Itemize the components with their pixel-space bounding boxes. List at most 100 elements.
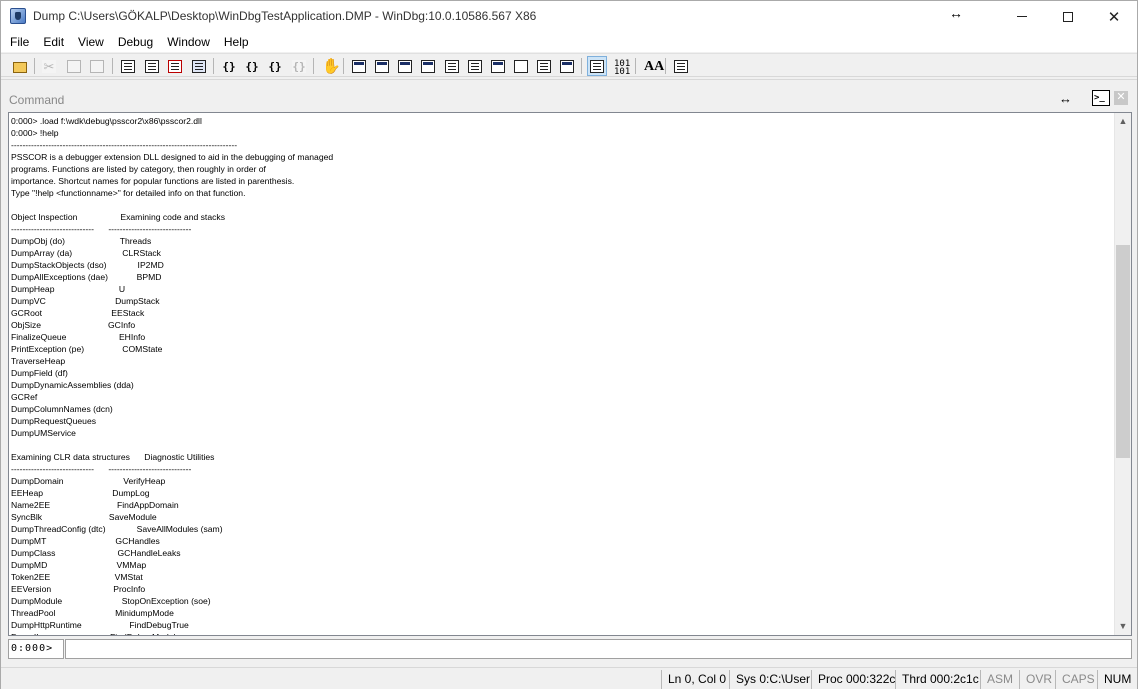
output-line: DumpHeap U (11, 284, 126, 294)
menu-debug[interactable]: Debug (111, 32, 160, 52)
toolbar: ✂ {} {} {} {} ✋ 101 101 AA (1, 53, 1137, 77)
output-line: DumpArray (da) CLRStack (11, 248, 161, 258)
scratch-pad-icon[interactable] (511, 56, 531, 76)
output-line: programs. Functions are listed by catego… (11, 164, 266, 174)
source-mode-icon[interactable] (587, 56, 607, 76)
options-icon[interactable] (671, 56, 691, 76)
step-over-icon[interactable]: {} (242, 56, 262, 76)
output-line: PrintException (pe) COMState (11, 344, 163, 354)
status-bar: Ln 0, Col 0 Sys 0:C:\User Proc 000:322c … (1, 667, 1137, 689)
toolbar-separator (313, 58, 314, 74)
menu-edit[interactable]: Edit (36, 32, 71, 52)
hex-mode-label: 101 101 (614, 58, 631, 77)
go-icon[interactable] (118, 56, 138, 76)
restart-icon[interactable] (142, 56, 162, 76)
toolbar-separator (581, 58, 582, 74)
title-bar[interactable]: Dump C:\Users\GÖKALP\Desktop\WinDbgTestA… (1, 1, 1137, 32)
vertical-scrollbar[interactable]: ▲ ▼ (1114, 113, 1131, 635)
output-line: Token2EE VMStat (11, 572, 143, 582)
copy-icon[interactable] (64, 56, 84, 76)
menu-view[interactable]: View (71, 32, 111, 52)
scroll-up-icon[interactable]: ▲ (1115, 113, 1131, 130)
output-line: DumpField (df) (11, 368, 68, 378)
command-prompt: 0:000> (8, 639, 64, 659)
output-line: DumpVC DumpStack (11, 296, 160, 306)
output-line: Examining CLR data structures Diagnostic… (11, 452, 215, 462)
step-into-icon[interactable]: {} (219, 56, 239, 76)
output-line: DumpObj (do) Threads (11, 236, 152, 246)
source-window-icon[interactable] (557, 56, 577, 76)
hex-mode-icon[interactable]: 101 101 (611, 56, 631, 76)
break-icon[interactable] (189, 56, 209, 76)
registers-window-icon[interactable] (418, 56, 438, 76)
memory-window-icon[interactable] (442, 56, 462, 76)
status-asm: ASM (980, 670, 1019, 689)
font-icon[interactable]: AA (641, 56, 665, 76)
call-stack-icon[interactable] (465, 56, 485, 76)
status-thrd: Thrd 000:2c1c (895, 670, 985, 689)
run-to-cursor-icon[interactable]: {} (289, 56, 309, 76)
status-ln-col: Ln 0, Col 0 (661, 670, 732, 689)
output-text: 0:000> .load f:\wdk\debug\psscor2\x86\ps… (11, 115, 1111, 635)
output-line: GCRef (11, 392, 38, 402)
output-line: DumpDynamicAssemblies (dda) (11, 380, 134, 390)
output-line: TraverseHeap (11, 356, 66, 366)
windbg-app-icon[interactable] (10, 8, 26, 24)
toolbar-separator (34, 58, 35, 74)
breakpoint-icon[interactable]: ✋ (319, 56, 341, 76)
toolbar-separator (112, 58, 113, 74)
maximize-icon (1063, 11, 1073, 22)
output-line: DumpModule StopOnException (soe) (11, 596, 211, 606)
menu-file[interactable]: File (3, 32, 36, 52)
close-button[interactable]: ✕ (1091, 1, 1137, 32)
output-line: ObjSize GCInfo (11, 320, 136, 330)
menu-bar: File Edit View Debug Window Help (1, 32, 1137, 52)
scroll-thumb[interactable] (1116, 245, 1130, 458)
maximize-button[interactable] (1045, 1, 1091, 32)
status-sys: Sys 0:C:\User (729, 670, 816, 689)
command-prompt-icon[interactable]: >_ (1092, 90, 1110, 106)
output-line: 0:000> !help (11, 128, 59, 138)
command-output[interactable]: 0:000> .load f:\wdk\debug\psscor2\x86\ps… (8, 112, 1132, 636)
locals-window-icon[interactable] (395, 56, 415, 76)
command-window-icon[interactable] (349, 56, 369, 76)
minimize-icon (1017, 16, 1027, 17)
output-line: ----------------------------- ----------… (11, 224, 192, 234)
stop-debugging-icon[interactable] (165, 56, 185, 76)
command-input-row: 0:000> (8, 639, 1132, 659)
output-line: Type "!help <functionname>" for detailed… (11, 188, 246, 198)
minimize-button[interactable] (999, 1, 1045, 32)
processes-threads-icon[interactable] (534, 56, 554, 76)
output-line: 0:000> .load f:\wdk\debug\psscor2\x86\ps… (11, 116, 202, 126)
output-line: DumpRequestQueues (11, 416, 97, 426)
step-out-icon[interactable]: {} (265, 56, 285, 76)
menu-window[interactable]: Window (160, 32, 217, 52)
watch-window-icon[interactable] (372, 56, 392, 76)
font-label: AA (644, 58, 665, 74)
paste-icon[interactable] (87, 56, 107, 76)
output-line: GCRoot EEStack (11, 308, 145, 318)
output-line: ----------------------------- ----------… (11, 464, 192, 474)
toolbar-separator (665, 58, 666, 74)
output-line: DumpStackObjects (dso) IP2MD (11, 260, 164, 270)
menu-help[interactable]: Help (217, 32, 256, 52)
status-caps: CAPS (1055, 670, 1101, 689)
cut-icon[interactable]: ✂ (39, 56, 59, 76)
output-line: SyncBlk SaveModule (11, 512, 157, 522)
output-line: DumpMT GCHandles (11, 536, 160, 546)
output-line: importance. Shortcut names for popular f… (11, 176, 295, 186)
scroll-down-icon[interactable]: ▼ (1115, 618, 1131, 635)
output-line: DumpThreadConfig (dtc) SaveAllModules (s… (11, 524, 223, 534)
output-line: DumpAllExceptions (dae) BPMD (11, 272, 162, 282)
output-line: DumpIL FindDebugModules (11, 631, 1111, 635)
open-icon[interactable] (10, 56, 30, 76)
disassembly-icon[interactable] (488, 56, 508, 76)
output-line: PSSCOR is a debugger extension DLL desig… (11, 152, 334, 162)
output-line: FinalizeQueue EHInfo (11, 332, 146, 342)
resize-arrows-icon[interactable]: ↔ (1059, 91, 1072, 106)
panel-close-icon[interactable]: ✕ (1114, 91, 1128, 105)
toolbar-separator (635, 58, 636, 74)
command-input[interactable] (65, 639, 1132, 659)
